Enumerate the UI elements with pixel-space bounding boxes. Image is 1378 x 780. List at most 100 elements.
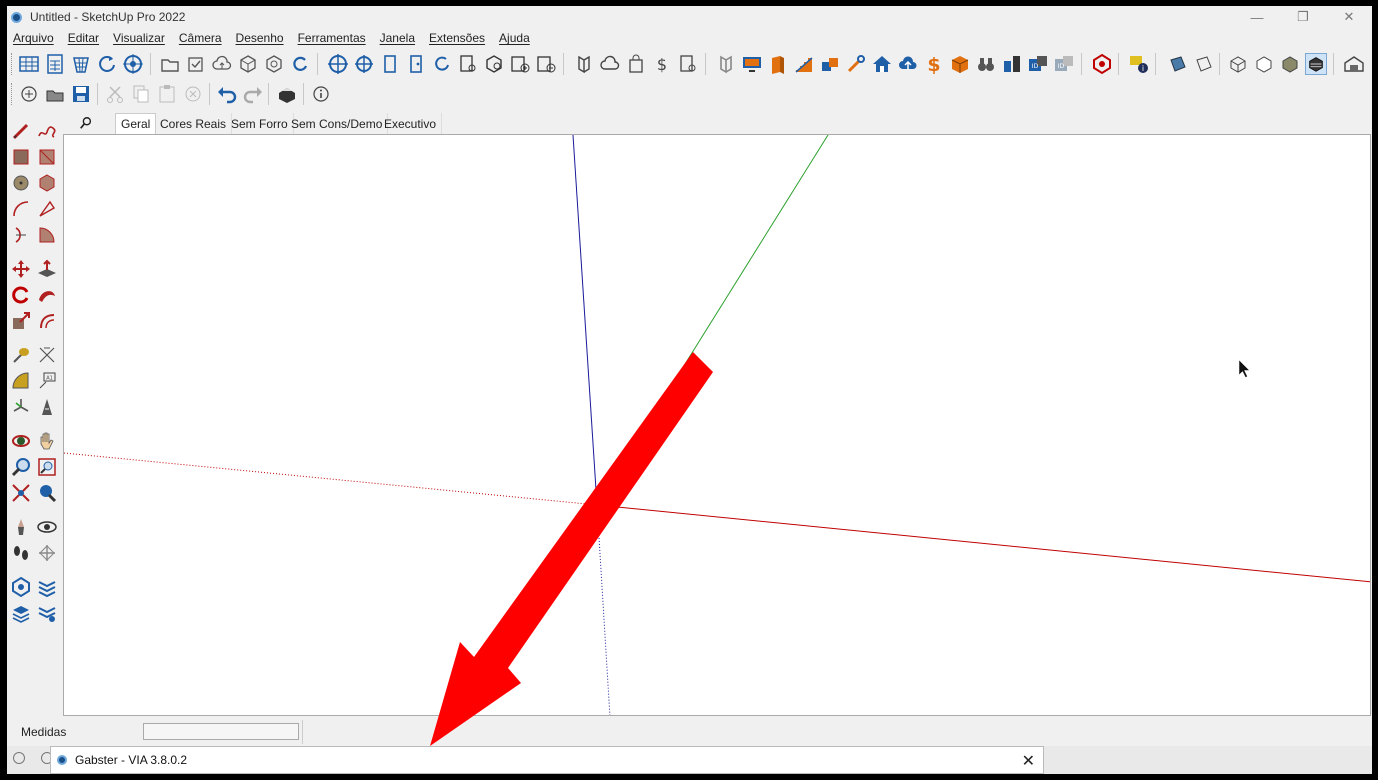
save-icon[interactable]	[70, 83, 92, 105]
id-card-icon[interactable]: ID	[1027, 53, 1049, 75]
minimize-button[interactable]: —	[1234, 6, 1280, 28]
scene-tab-geral[interactable]: Geral	[115, 113, 157, 134]
layers-logo-icon[interactable]	[573, 53, 595, 75]
pan-hand-icon[interactable]	[36, 430, 58, 452]
grid-icon[interactable]	[18, 53, 40, 75]
calculator-icon[interactable]	[44, 53, 66, 75]
pencil-line-icon[interactable]	[10, 120, 32, 142]
list-add-icon[interactable]	[509, 53, 531, 75]
rotate-tool-icon[interactable]	[10, 284, 32, 306]
search-scenes-button[interactable]	[71, 113, 101, 133]
bucket-grid-icon[interactable]	[70, 53, 92, 75]
text-label-icon[interactable]: A1	[36, 370, 58, 392]
id-card-gray-icon[interactable]: ID	[1053, 53, 1075, 75]
shopping-bag-icon[interactable]	[625, 53, 647, 75]
report-icon[interactable]	[457, 53, 479, 75]
hidden-line-style-icon[interactable]	[1253, 53, 1275, 75]
three-point-arc-icon[interactable]	[10, 224, 32, 246]
paste-icon[interactable]	[156, 83, 178, 105]
follow-me-icon[interactable]	[36, 284, 58, 306]
two-point-arc-icon[interactable]	[36, 198, 58, 220]
menu-extensoes[interactable]: Extensões	[422, 31, 492, 45]
section-plane-icon[interactable]	[36, 542, 58, 564]
dollar-orange-icon[interactable]: $	[923, 53, 945, 75]
new-file-icon[interactable]	[18, 83, 40, 105]
print-icon[interactable]	[276, 83, 298, 105]
info-icon[interactable]	[13, 752, 25, 764]
cloud-upload-blue-icon[interactable]	[897, 53, 919, 75]
offset-icon[interactable]	[36, 310, 58, 332]
rectangle-icon[interactable]	[10, 146, 32, 168]
cut-icon[interactable]	[104, 83, 126, 105]
scene-tab-cores-reais[interactable]: Cores Reais	[155, 113, 233, 134]
zoom-window-icon[interactable]	[36, 456, 58, 478]
entity-info-icon[interactable]: i	[1128, 53, 1150, 75]
door-icon[interactable]	[379, 53, 401, 75]
scene-tab-executivo[interactable]: Executivo	[379, 113, 443, 134]
list-remove-icon[interactable]	[535, 53, 557, 75]
walk-icon[interactable]	[10, 542, 32, 564]
open-folder-icon[interactable]	[159, 53, 181, 75]
menu-janela[interactable]: Janela	[373, 31, 422, 45]
freehand-icon[interactable]	[36, 120, 58, 142]
dollar-icon[interactable]: $	[651, 53, 673, 75]
position-camera-icon[interactable]	[10, 516, 32, 538]
hexagon-red-icon[interactable]	[1091, 53, 1113, 75]
rotate-icon[interactable]	[431, 53, 453, 75]
close-button[interactable]: ✕	[1326, 6, 1372, 28]
refresh-icon[interactable]	[96, 53, 118, 75]
component-icon[interactable]	[237, 53, 259, 75]
rotated-rectangle-icon[interactable]	[36, 146, 58, 168]
redo-icon[interactable]	[242, 83, 264, 105]
tape-measure-icon[interactable]	[10, 344, 32, 366]
menu-desenho[interactable]: Desenho	[229, 31, 291, 45]
panels-icon[interactable]	[1001, 53, 1023, 75]
menu-ferramentas[interactable]: Ferramentas	[291, 31, 373, 45]
crosshair-alt-icon[interactable]	[353, 53, 375, 75]
stairs-icon[interactable]	[793, 53, 815, 75]
scene-tab-sem-cons-demo[interactable]: Sem Cons/Demo	[286, 113, 389, 134]
extension-warehouse-icon[interactable]	[10, 576, 32, 598]
document-search-icon[interactable]	[677, 53, 699, 75]
cloud-icon[interactable]	[599, 53, 621, 75]
xray-style-icon[interactable]	[1227, 53, 1249, 75]
3d-warehouse-icon[interactable]	[10, 602, 32, 624]
menu-editar[interactable]: Editar	[61, 31, 106, 45]
push-pull-icon[interactable]	[36, 258, 58, 280]
shaded-style-icon[interactable]	[1279, 53, 1301, 75]
undo-icon[interactable]	[216, 83, 238, 105]
toolbar-grip[interactable]	[11, 53, 13, 75]
previous-view-icon[interactable]	[36, 482, 58, 504]
zoom-extents-icon[interactable]	[10, 482, 32, 504]
gabster-close-button[interactable]: ✕	[1022, 751, 1035, 771]
monochrome-style-icon[interactable]	[1305, 53, 1327, 75]
cloud-upload-icon[interactable]	[211, 53, 233, 75]
gabster-dialog-titlebar[interactable]: Gabster - VIA 3.8.0.2 ✕	[50, 746, 1044, 774]
erase-selection-icon[interactable]	[182, 83, 204, 105]
checkbox-icon[interactable]	[185, 53, 207, 75]
scene-tab-sem-forro[interactable]: Sem Forro	[226, 113, 294, 134]
zoom-icon[interactable]	[10, 456, 32, 478]
protractor-icon[interactable]	[10, 370, 32, 392]
menu-ajuda[interactable]: Ajuda	[492, 31, 537, 45]
menu-camera[interactable]: Câmera	[172, 31, 229, 45]
circle-icon[interactable]	[10, 172, 32, 194]
look-around-icon[interactable]	[36, 516, 58, 538]
cabinet-icon[interactable]	[767, 53, 789, 75]
dimension-icon[interactable]	[36, 344, 58, 366]
binoculars-icon[interactable]	[975, 53, 997, 75]
3d-text-icon[interactable]	[36, 396, 58, 418]
box-3d-icon[interactable]	[949, 53, 971, 75]
move-icon[interactable]	[10, 258, 32, 280]
copy-icon[interactable]	[130, 83, 152, 105]
door-handle-icon[interactable]	[405, 53, 427, 75]
arc-icon[interactable]	[10, 198, 32, 220]
box-search-icon[interactable]	[483, 53, 505, 75]
monitor-icon[interactable]	[741, 53, 763, 75]
warehouse-icon[interactable]	[1343, 53, 1365, 75]
logo-gray-icon[interactable]	[715, 53, 737, 75]
3d-viewport[interactable]	[63, 134, 1371, 716]
measurements-input[interactable]	[143, 723, 299, 740]
blocks-icon[interactable]	[819, 53, 841, 75]
menu-visualizar[interactable]: Visualizar	[106, 31, 172, 45]
